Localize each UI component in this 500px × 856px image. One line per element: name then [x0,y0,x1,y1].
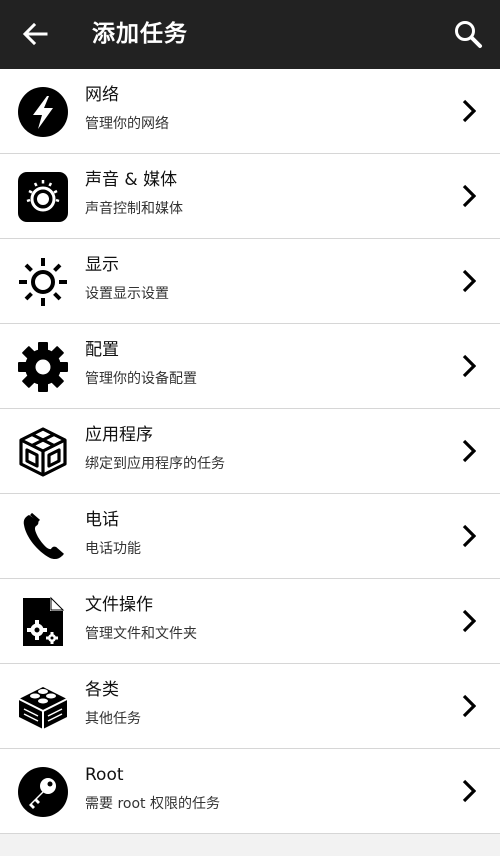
app-bar: 添加任务 [0,0,500,69]
page-title: 添加任务 [92,21,188,47]
item-subtitle: 其他任务 [85,711,141,727]
lightning-icon [16,85,69,138]
chevron-right-icon [462,439,476,463]
list-item-phone[interactable]: 电话 电话功能 [0,494,500,579]
item-subtitle: 管理你的设备配置 [85,371,197,387]
chevron-right-icon [462,694,476,718]
item-label: 文件操作 [85,595,153,615]
item-subtitle: 设置显示设置 [85,286,169,302]
list-item-sound-media[interactable]: 声音 & 媒体 声音控制和媒体 [0,154,500,239]
task-category-list: 网络 管理你的网络 声音 & 媒体 声音控制和媒体 显示 设置显示设置 配置 管… [0,69,500,834]
chevron-right-icon [462,269,476,293]
list-item-misc[interactable]: 各类 其他任务 [0,664,500,749]
item-subtitle: 电话功能 [85,541,141,557]
chevron-right-icon [462,779,476,803]
gear-icon [16,340,69,393]
file-gears-icon [16,595,69,648]
item-label: 各类 [85,680,119,700]
search-icon [455,21,482,48]
brick-icon [16,680,69,733]
list-item-root[interactable]: Root 需要 root 权限的任务 [0,749,500,834]
list-bottom-spacer [0,840,500,856]
chevron-right-icon [462,524,476,548]
cube-icon [16,425,69,478]
phone-icon [16,510,69,563]
knob-icon [16,170,69,223]
chevron-right-icon [462,99,476,123]
list-item-file-ops[interactable]: 文件操作 管理文件和文件夹 [0,579,500,664]
item-label: 应用程序 [85,425,153,445]
chevron-right-icon [462,609,476,633]
item-label: 网络 [85,85,119,105]
list-item-network[interactable]: 网络 管理你的网络 [0,69,500,154]
back-button[interactable] [14,14,56,54]
item-subtitle: 绑定到应用程序的任务 [85,456,225,472]
item-label: 配置 [85,340,119,360]
item-label: 声音 & 媒体 [85,170,178,190]
arrow-left-icon [22,22,48,46]
list-item-config[interactable]: 配置 管理你的设备配置 [0,324,500,409]
chevron-right-icon [462,184,476,208]
item-label: 电话 [85,510,119,530]
chevron-right-icon [462,354,476,378]
item-subtitle: 管理你的网络 [85,116,169,132]
list-item-display[interactable]: 显示 设置显示设置 [0,239,500,324]
item-subtitle: 声音控制和媒体 [85,201,183,217]
item-subtitle: 管理文件和文件夹 [85,626,197,642]
key-icon [16,765,69,818]
item-subtitle: 需要 root 权限的任务 [85,796,220,812]
item-label: 显示 [85,255,119,275]
search-button[interactable] [446,13,490,55]
brightness-icon [16,255,69,308]
item-label: Root [85,765,124,785]
list-item-apps[interactable]: 应用程序 绑定到应用程序的任务 [0,409,500,494]
